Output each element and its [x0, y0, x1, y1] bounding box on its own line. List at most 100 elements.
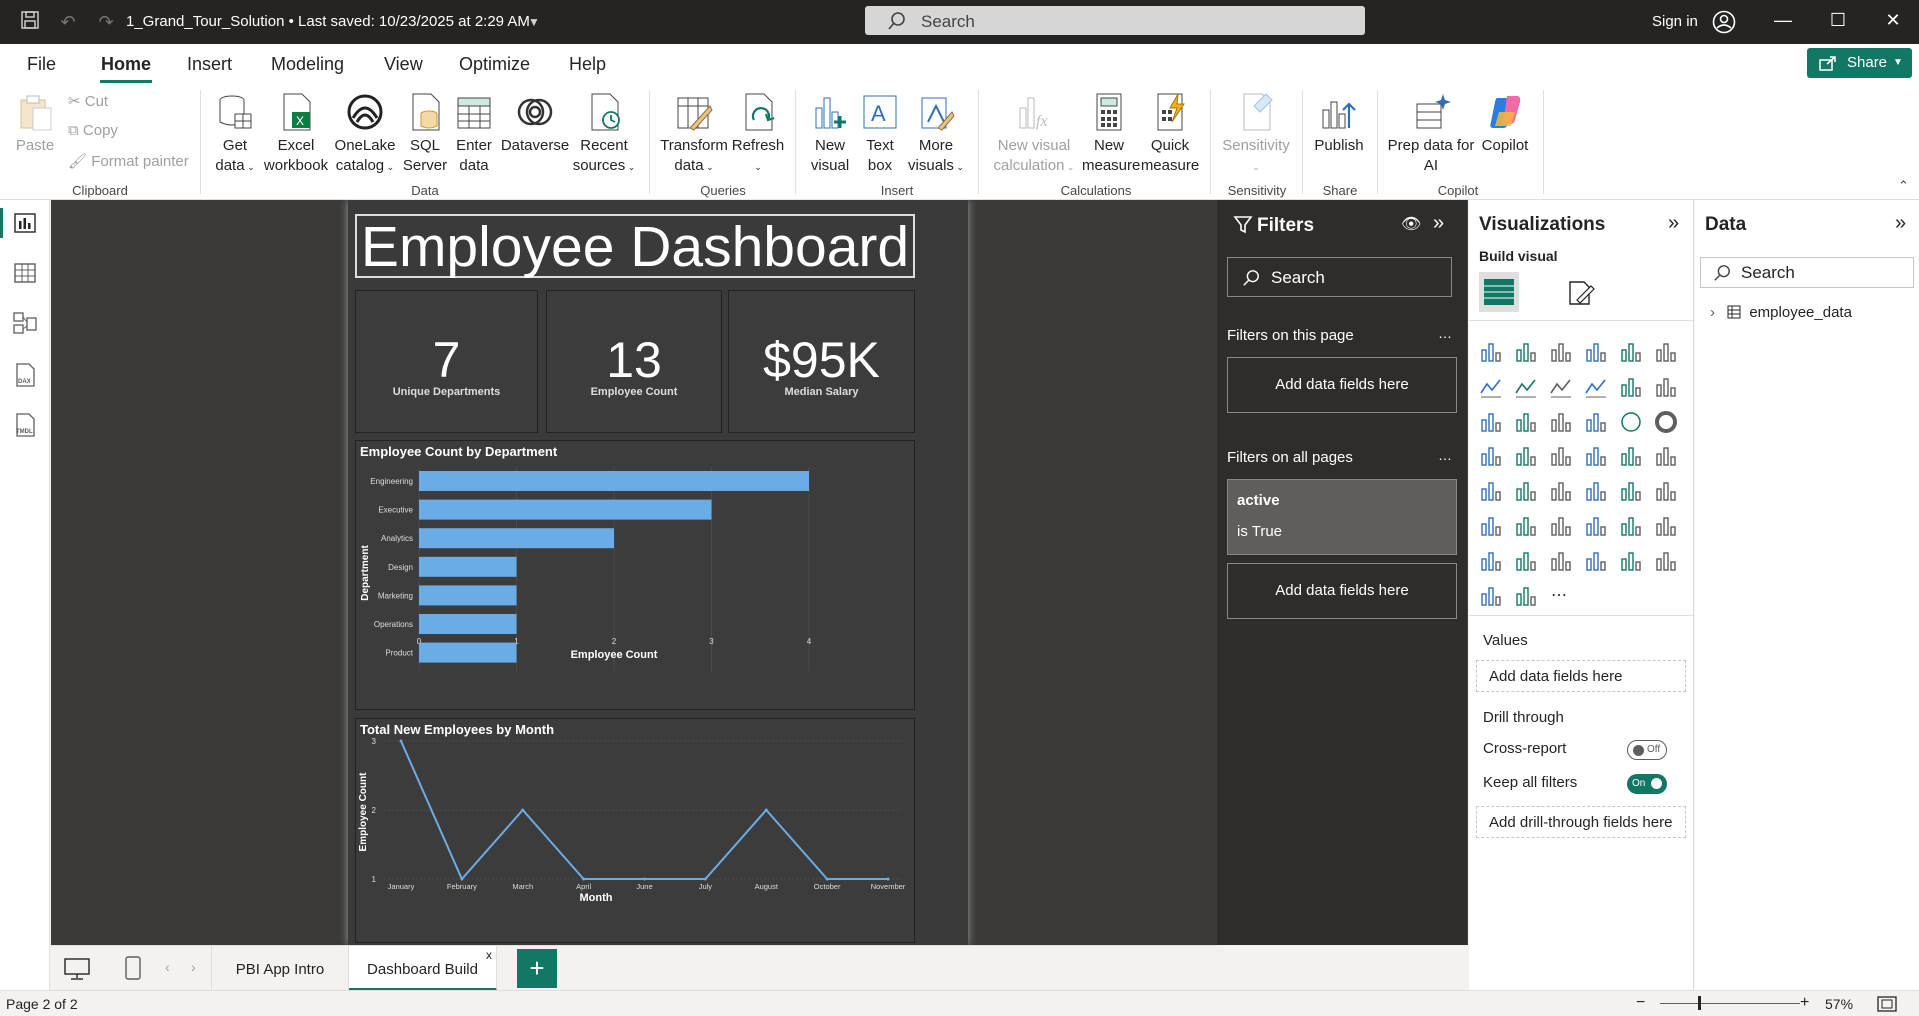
power-apps-visual-icon[interactable]: [1514, 549, 1538, 573]
sensitivity-button[interactable]: Sensitivity ⌄: [1220, 92, 1292, 177]
tab-file[interactable]: File: [27, 54, 56, 75]
bar-chart-panel[interactable]: Employee Count by Department 0 1 2 3 4 Engine…: [355, 440, 915, 710]
cross-report-toggle[interactable]: Off: [1627, 740, 1667, 760]
stacked-area-visual-icon[interactable]: [1549, 375, 1573, 399]
filters-search-input[interactable]: Search: [1227, 257, 1452, 297]
dataverse-button[interactable]: Dataverse: [499, 92, 571, 156]
report-view-icon[interactable]: [12, 210, 38, 236]
fit-to-page-icon[interactable]: [1877, 996, 1897, 1012]
recent-sources-button[interactable]: Recent sources ⌄: [571, 92, 637, 177]
sql-server-button[interactable]: SQL Server: [400, 92, 450, 176]
collapse-filters-icon[interactable]: »: [1433, 212, 1444, 235]
slicer-visual-icon[interactable]: [1549, 479, 1573, 503]
filter-drop-zone-page[interactable]: Add data fields here: [1227, 357, 1457, 413]
copilot-narrative-visual-icon[interactable]: [1514, 584, 1538, 608]
undo-icon[interactable]: ↶: [56, 10, 80, 34]
kpi-card-median-salary[interactable]: $95K Median Salary: [728, 290, 915, 433]
chevron-down-icon[interactable]: ▼: [522, 10, 546, 34]
new-visual-calculation-button[interactable]: fx New visual calculation ⌄: [988, 92, 1080, 177]
zoom-slider-thumb[interactable]: [1698, 996, 1701, 1010]
eye-icon[interactable]: 👁: [1401, 214, 1421, 234]
stacked-column-visual-icon[interactable]: [1514, 340, 1538, 364]
enter-data-button[interactable]: Enter data: [450, 92, 498, 176]
text-box-button[interactable]: A Text box: [856, 92, 904, 176]
sign-in-link[interactable]: Sign in: [1652, 13, 1698, 30]
100-stacked-area-visual-icon[interactable]: [1584, 375, 1608, 399]
more-options-icon[interactable]: …: [1438, 325, 1453, 341]
tab-modeling[interactable]: Modeling: [271, 54, 344, 75]
mobile-layout-icon[interactable]: [125, 956, 141, 980]
ribbon-visual-icon[interactable]: [1479, 410, 1503, 434]
kpi-card-departments[interactable]: 7 Unique Departments: [355, 290, 538, 433]
tab-view[interactable]: View: [384, 54, 423, 75]
tab-home[interactable]: Home: [101, 54, 151, 75]
new-measure-button[interactable]: New measure: [1082, 92, 1140, 176]
report-page[interactable]: Employee Dashboard 7 Unique Departments …: [348, 200, 968, 945]
treemap-visual-icon[interactable]: [1479, 444, 1503, 468]
data-search-input[interactable]: Search: [1700, 257, 1914, 288]
map-visual-icon[interactable]: [1514, 444, 1538, 468]
matrix-visual-icon[interactable]: [1619, 479, 1643, 503]
transform-data-button[interactable]: Transform data ⌄: [658, 92, 730, 177]
share-button[interactable]: Share ▼: [1807, 48, 1912, 78]
copy-button[interactable]: ⧉ Copy: [68, 122, 118, 139]
scatter-visual-icon[interactable]: [1584, 410, 1608, 434]
model-view-icon[interactable]: [12, 310, 38, 336]
zoom-out-icon[interactable]: −: [1636, 994, 1645, 1012]
search-box[interactable]: Search: [865, 6, 1365, 35]
page-tab-pbi-app-intro[interactable]: PBI App Intro: [211, 946, 349, 991]
button-slicer-visual-icon[interactable]: [1584, 549, 1608, 573]
line-visual-icon[interactable]: [1479, 375, 1503, 399]
collapse-ribbon-icon[interactable]: ⌃: [1898, 178, 1909, 194]
key-influencers-visual-icon[interactable]: [1514, 514, 1538, 538]
funnel-visual-icon[interactable]: [1549, 410, 1573, 434]
quick-measure-button[interactable]: Quick measure: [1140, 92, 1200, 176]
filled-map-visual-icon[interactable]: [1549, 444, 1573, 468]
100-stacked-bar-visual-icon[interactable]: [1619, 340, 1643, 364]
publish-button[interactable]: Publish: [1311, 92, 1367, 156]
kpi-card-employee-count[interactable]: 13 Employee Count: [546, 290, 722, 433]
tab-insert[interactable]: Insert: [187, 54, 232, 75]
gauge-visual-icon[interactable]: [1619, 444, 1643, 468]
excel-workbook-button[interactable]: X Excel workbook: [262, 92, 330, 176]
collapse-data-icon[interactable]: »: [1895, 212, 1906, 235]
line-chart-panel[interactable]: Total New Employees by Month 1 2 3 January F…: [355, 718, 915, 943]
smart-narrative-visual-icon[interactable]: [1619, 514, 1643, 538]
zoom-in-icon[interactable]: +: [1800, 994, 1809, 1012]
kpi-visual-icon[interactable]: [1514, 479, 1538, 503]
redo-icon[interactable]: ↷: [94, 10, 118, 34]
line-stacked-column-visual-icon[interactable]: [1619, 375, 1643, 399]
format-painter-button[interactable]: 🖌 Format painter: [68, 152, 189, 170]
stacked-bar-visual-icon[interactable]: [1479, 340, 1503, 364]
area-visual-icon[interactable]: [1514, 375, 1538, 399]
paginated-report-visual-icon[interactable]: [1479, 549, 1503, 573]
filter-drop-zone-all-pages[interactable]: Add data fields here: [1227, 563, 1457, 619]
cut-button[interactable]: ✂ Cut: [68, 92, 108, 110]
zoom-slider[interactable]: [1660, 1003, 1800, 1004]
tab-optimize[interactable]: Optimize: [459, 54, 530, 75]
paste-button[interactable]: Paste: [12, 92, 58, 156]
account-icon[interactable]: [1712, 10, 1736, 34]
multi-row-card-visual-icon[interactable]: [1479, 479, 1503, 503]
100-stacked-column-visual-icon[interactable]: [1654, 340, 1678, 364]
new-visual-button[interactable]: New visual: [804, 92, 856, 176]
clustered-column-visual-icon[interactable]: [1584, 340, 1608, 364]
qa-visual-icon[interactable]: [1584, 514, 1608, 538]
more-visuals-button[interactable]: More visuals ⌄: [906, 92, 966, 177]
card-visual-icon[interactable]: [1654, 444, 1678, 468]
onelake-catalog-button[interactable]: OneLake catalog ⌄: [333, 92, 397, 177]
arcgis-visual-icon[interactable]: [1479, 584, 1503, 608]
desktop-layout-icon[interactable]: [64, 958, 90, 980]
waterfall-visual-icon[interactable]: [1514, 410, 1538, 434]
new-card-visual-icon[interactable]: [1654, 549, 1678, 573]
page-tab-dashboard-build[interactable]: Dashboard Build x: [349, 946, 497, 991]
refresh-button[interactable]: Refresh ⌄: [730, 92, 786, 177]
text-slicer-visual-icon[interactable]: [1619, 549, 1643, 573]
report-canvas[interactable]: Employee Dashboard 7 Unique Departments …: [51, 200, 1217, 945]
table-item-employee-data[interactable]: › employee_data: [1710, 304, 1852, 321]
power-automate-visual-icon[interactable]: [1549, 549, 1573, 573]
dax-query-view-icon[interactable]: DAX: [12, 362, 38, 388]
drill-through-drop-zone[interactable]: Add drill-through fields here: [1476, 806, 1686, 838]
line-clustered-column-visual-icon[interactable]: [1654, 375, 1678, 399]
close-tab-icon[interactable]: x: [486, 948, 492, 962]
